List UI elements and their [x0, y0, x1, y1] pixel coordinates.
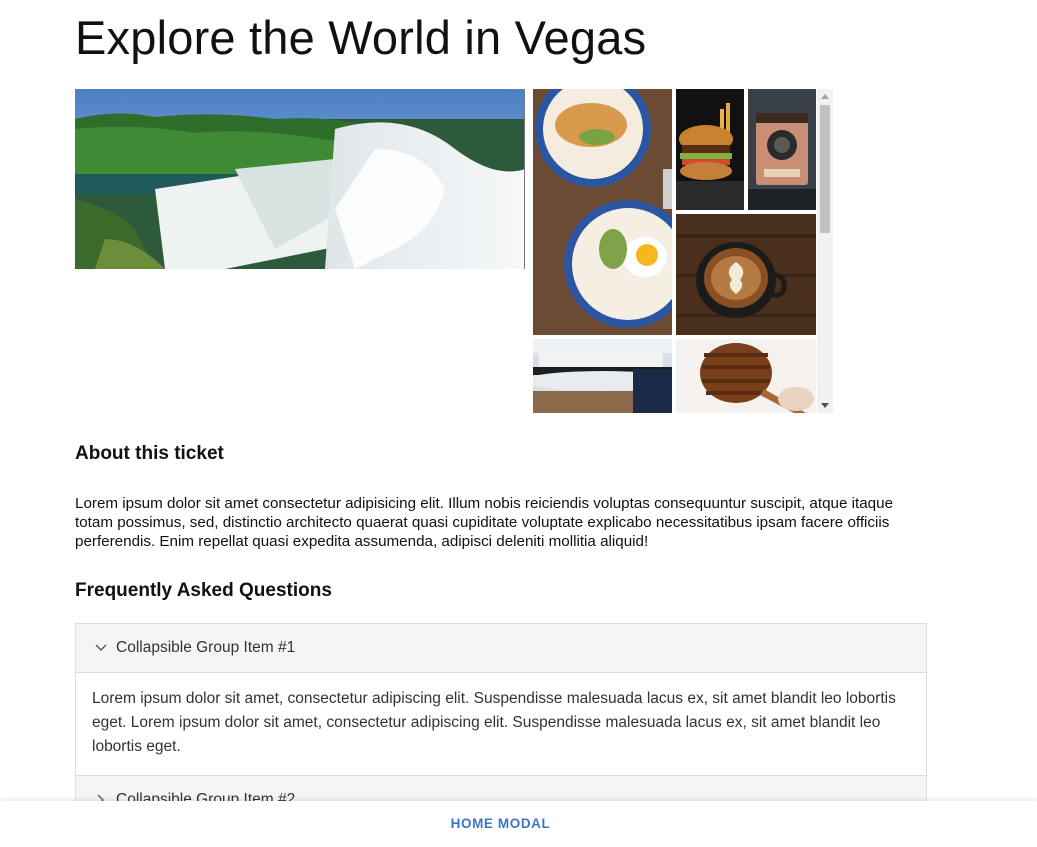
scroll-up-icon[interactable] — [821, 94, 829, 99]
faq-item-1-body: Lorem ipsum dolor sit amet, consectetur … — [76, 673, 926, 776]
gallery-tile-breakfast[interactable] — [533, 89, 672, 335]
about-heading: About this ticket — [75, 443, 224, 464]
gallery-tile-hat[interactable] — [533, 339, 672, 413]
faq-item-1-title: Collapsible Group Item #1 — [116, 639, 296, 656]
about-text: Lorem ipsum dolor sit amet consectetur a… — [75, 495, 894, 550]
scroll-down-icon[interactable] — [821, 403, 829, 408]
scrollbar-thumb[interactable] — [820, 105, 830, 233]
hat-image — [533, 339, 672, 413]
gallery-tile-coffee[interactable] — [676, 214, 816, 335]
bottom-bar: HOME MODAL — [0, 801, 1037, 847]
gallery-tile-camera[interactable] — [748, 89, 816, 210]
camera-image — [748, 89, 816, 210]
waterfall-image — [75, 89, 524, 269]
faq-item-1-header[interactable]: Collapsible Group Item #1 — [76, 624, 926, 673]
gallery-tile-honey[interactable] — [676, 339, 816, 413]
breakfast-image — [533, 89, 672, 335]
faq-heading: Frequently Asked Questions — [75, 580, 332, 601]
chevron-down-icon — [94, 641, 108, 655]
faq-accordion: Collapsible Group Item #1 Lorem ipsum do… — [75, 623, 927, 825]
burger-image — [676, 89, 744, 210]
hero-image[interactable] — [75, 89, 525, 269]
page-title: Explore the World in Vegas — [75, 11, 647, 64]
gallery-scrollbar[interactable] — [817, 89, 833, 413]
home-modal-link[interactable]: HOME MODAL — [451, 816, 551, 831]
coffee-image — [676, 214, 816, 335]
gallery-tile-burger[interactable] — [676, 89, 744, 210]
honey-dipper-image — [676, 339, 816, 413]
photo-gallery[interactable] — [533, 89, 833, 413]
